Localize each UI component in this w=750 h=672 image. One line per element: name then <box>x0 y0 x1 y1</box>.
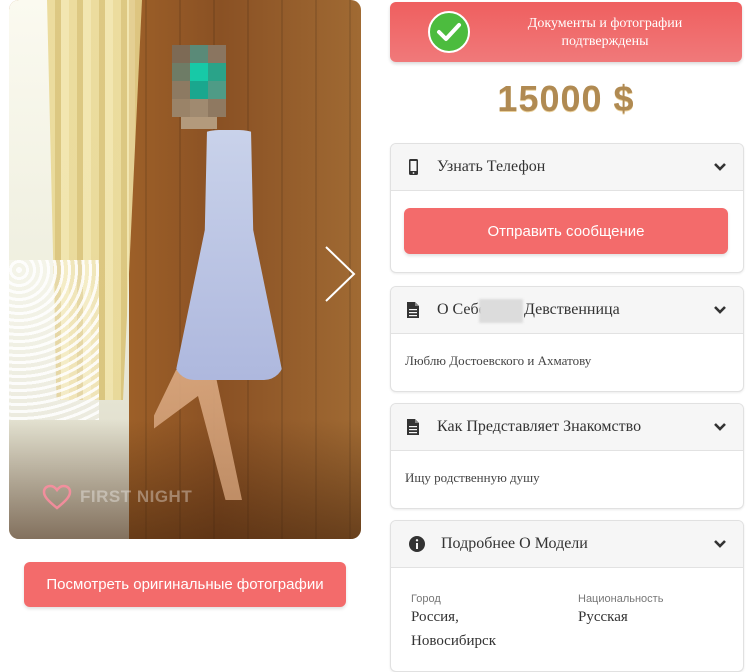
meeting-panel-title: Как Представляет Знакомство <box>437 418 642 435</box>
phone-panel-title: Узнать Телефон <box>437 158 546 175</box>
photo-floor-shadow <box>9 419 361 539</box>
details-panel-header[interactable]: Подробнее О Модели <box>391 521 743 568</box>
verified-banner: Документы и фотографии подтверждены <box>390 2 742 62</box>
city-value-line1: Россия, <box>411 609 459 625</box>
info-circle-icon <box>409 536 425 552</box>
check-circle-icon <box>428 11 470 53</box>
chevron-down-icon[interactable] <box>713 161 727 173</box>
chevron-down-icon[interactable] <box>713 538 727 550</box>
redacted-blur <box>479 299 523 323</box>
chevron-down-icon[interactable] <box>713 421 727 433</box>
view-original-photos-button[interactable]: Посмотреть оригинальные фотографии <box>24 562 346 607</box>
meeting-text: Ищу родственную душу <box>405 470 540 485</box>
document-icon <box>407 419 419 435</box>
send-message-button[interactable]: Отправить сообщение <box>404 208 728 254</box>
nationality-label: Национальность <box>578 593 664 605</box>
about-text: Люблю Достоевского и Ахматову <box>405 353 592 368</box>
details-panel: Подробнее О Модели Город Россия, Новосиб… <box>390 520 744 672</box>
photo-lace <box>9 260 99 420</box>
chevron-right-icon[interactable] <box>322 245 358 303</box>
heart-outline-icon <box>42 484 72 510</box>
about-panel: О Себе Девственница Люблю Достоевского и… <box>390 286 744 392</box>
nationality-value: Русская <box>578 609 628 625</box>
watermark-text: FIRST NIGHT <box>80 487 193 506</box>
pixelated-face <box>172 45 226 129</box>
photo-figure-dress <box>174 130 284 380</box>
mobile-phone-icon <box>409 159 418 175</box>
meeting-panel: Как Представляет Знакомство Ищу родствен… <box>390 403 744 509</box>
meeting-panel-header[interactable]: Как Представляет Знакомство <box>391 404 743 451</box>
city-label: Город <box>411 593 441 605</box>
document-icon <box>407 302 419 318</box>
profile-photo[interactable]: FIRST NIGHT <box>9 0 361 539</box>
about-panel-header[interactable]: О Себе Девственница <box>391 287 743 334</box>
verified-text: Документы и фотографии подтверждены <box>527 16 683 49</box>
city-value-line2: Новосибирск <box>411 633 496 649</box>
phone-panel-header[interactable]: Узнать Телефон <box>391 144 743 191</box>
about-panel-title-suffix: Девственница <box>524 301 620 318</box>
watermark: FIRST NIGHT <box>42 484 192 510</box>
details-panel-title: Подробнее О Модели <box>441 535 588 552</box>
price: 15000 $ <box>497 78 635 119</box>
phone-panel: Узнать Телефон Отправить сообщение <box>390 143 744 273</box>
chevron-down-icon[interactable] <box>713 304 727 316</box>
